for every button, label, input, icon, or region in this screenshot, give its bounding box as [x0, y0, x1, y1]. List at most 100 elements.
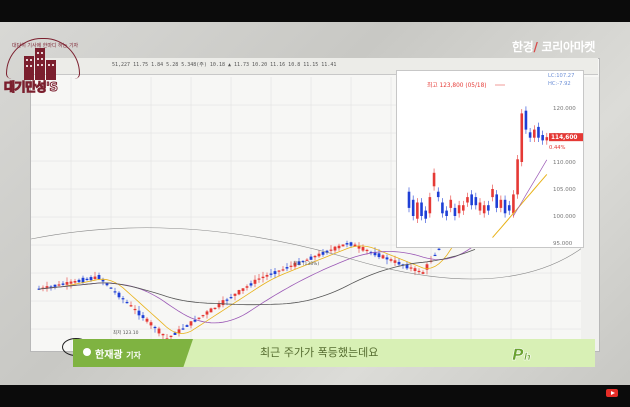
inset-candle [461, 205, 465, 211]
main-candle [161, 333, 165, 336]
inset-candle [478, 202, 482, 211]
main-candle [337, 245, 341, 249]
reporter-name: 한재광 [95, 350, 123, 361]
main-candle [213, 307, 217, 309]
inset-lc-label: HC:-7.92 [548, 81, 571, 87]
main-candle [221, 300, 225, 306]
main-candle [385, 257, 389, 260]
inset-candle [441, 202, 444, 214]
main-candle [105, 283, 109, 286]
main-candle [349, 242, 353, 246]
inset-candle [499, 199, 503, 208]
brand-name: 코리아마켓 [541, 40, 596, 54]
main-candle [201, 315, 205, 317]
main-candle [81, 277, 85, 283]
main-candle [389, 259, 393, 261]
main-candle [93, 276, 97, 280]
main-candle [321, 252, 325, 255]
inset-change-pct: 0.44% [549, 145, 566, 151]
inset-candle [428, 197, 432, 214]
main-candle [317, 253, 321, 257]
inset-candle [449, 199, 453, 208]
main-candle [237, 290, 241, 295]
main-annotation-low: 최저 123.10 [113, 329, 139, 336]
main-candle [121, 298, 125, 300]
inset-candle [537, 126, 540, 138]
main-candle [205, 311, 209, 315]
inset-candle [436, 191, 440, 198]
main-candle [309, 256, 313, 260]
inset-candle [466, 197, 469, 203]
inset-zoom-chart: 120.000115.000110.000105.000100.00095.00… [396, 70, 584, 248]
main-candle [181, 328, 185, 330]
inset-candle [407, 191, 411, 208]
program-logo: 대기만성'S [3, 80, 58, 95]
inset-ytick-label: 95.000 [553, 241, 573, 247]
main-candle [437, 248, 441, 250]
reporter-title: 기자 [126, 351, 141, 360]
main-candle [413, 268, 417, 272]
inset-ytick-label: 110.000 [553, 160, 576, 166]
main-candle [149, 322, 153, 326]
letterbox-top [0, 0, 630, 22]
main-candle [341, 244, 345, 247]
inset-candle-chart: 120.000115.000110.000105.000100.00095.00… [407, 73, 583, 247]
inset-candle [495, 194, 499, 208]
inset-candle [474, 197, 478, 206]
main-candle [265, 274, 269, 277]
main-candle [77, 279, 81, 283]
inset-candle [424, 210, 428, 219]
inset-candle [532, 129, 536, 138]
main-candle [273, 271, 277, 275]
main-candle [277, 270, 281, 272]
inset-candle [512, 194, 515, 214]
main-candle [305, 259, 309, 261]
main-candle [89, 277, 93, 281]
main-candle [125, 301, 129, 304]
main-candle [209, 308, 213, 313]
main-candle [169, 335, 173, 338]
main-candle [189, 321, 193, 326]
main-candle [57, 284, 61, 286]
inset-candle [416, 202, 419, 219]
inset-candle [541, 135, 544, 141]
inset-candle [524, 110, 528, 130]
main-candle [133, 308, 137, 311]
main-candle [329, 249, 333, 251]
inset-current-price: 114,600 [551, 135, 577, 141]
main-candle [85, 278, 89, 281]
letterbox-bottom [0, 385, 630, 407]
inset-hl-label: LC:107.27 [548, 73, 574, 79]
main-candle [129, 305, 133, 307]
main-candle [101, 279, 105, 282]
channel-brand: 한경/ 코리아마켓 [512, 40, 596, 54]
main-candle [141, 315, 145, 319]
main-candle [361, 247, 365, 251]
reporter-tag: 한재광 기자 [73, 339, 193, 367]
main-candle [313, 255, 317, 258]
main-candle [433, 254, 437, 257]
main-candle [53, 284, 57, 287]
main-candle [185, 325, 189, 327]
main-candle [153, 326, 157, 329]
main-candle [393, 260, 397, 263]
main-candle [97, 275, 101, 279]
main-ma-mid [38, 244, 476, 324]
main-candle [245, 286, 249, 288]
main-candle [257, 278, 261, 280]
main-candle [197, 317, 201, 319]
brand-prefix: 한경 [512, 40, 534, 54]
inset-candle [420, 202, 423, 216]
main-candle [229, 297, 233, 299]
main-candle [73, 281, 77, 283]
main-candle [113, 291, 117, 293]
main-candle [61, 283, 65, 285]
main-candle [117, 292, 121, 298]
inset-candle [411, 199, 415, 216]
main-candle [157, 328, 161, 334]
inset-candle [457, 205, 461, 214]
toolbar-quote-text: 51,227 11.75 1.84 5.28 5.348(주) 10.18 ▲ … [112, 62, 337, 68]
main-candle [377, 253, 381, 258]
inset-ytick-label: 120.000 [553, 106, 576, 112]
main-ma-long [38, 249, 476, 306]
